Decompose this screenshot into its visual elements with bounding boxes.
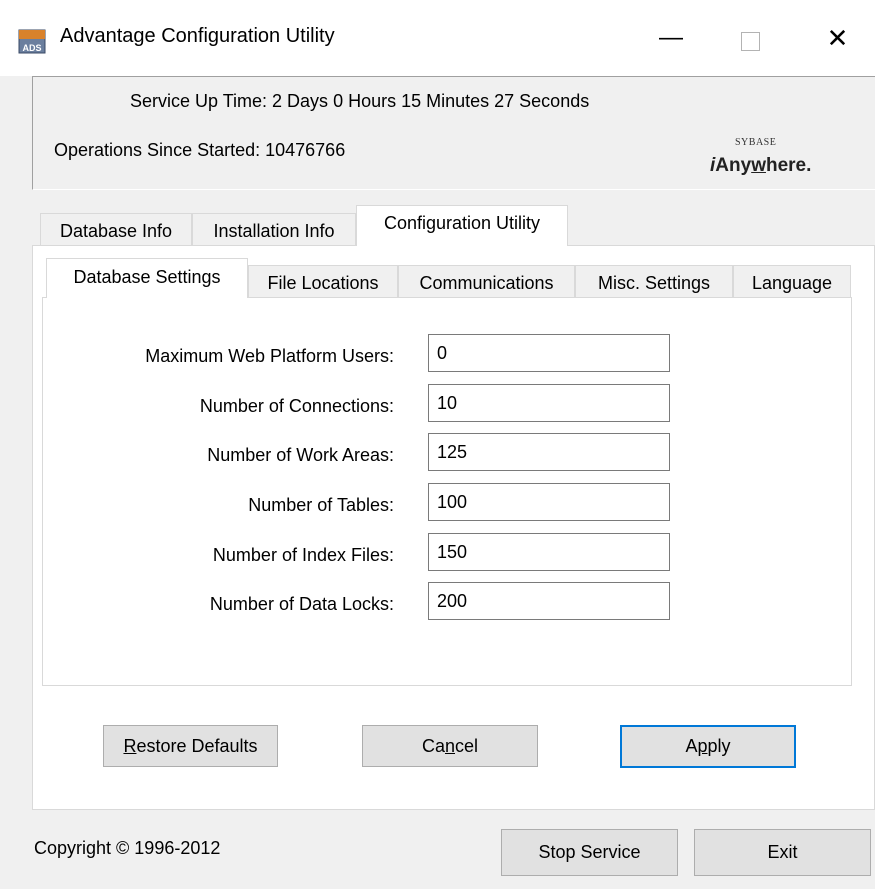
tab-file-locations[interactable]: File Locations: [248, 265, 398, 297]
minimize-button[interactable]: —: [626, 14, 716, 62]
work-areas-field[interactable]: 125: [428, 433, 670, 471]
tab-database-info[interactable]: Database Info: [40, 213, 192, 245]
copyright-text: Copyright © 1996-2012: [34, 838, 221, 858]
close-icon: ✕: [826, 23, 849, 53]
setting-label: Number of Index Files:: [212, 545, 394, 565]
sybase-logo-text: SYBASE: [735, 137, 777, 148]
tab-misc-settings[interactable]: Misc. Settings: [575, 265, 733, 297]
data-locks-field[interactable]: 200: [428, 582, 670, 620]
operations-count: Operations Since Started: 10476766: [54, 140, 346, 160]
tab-communications[interactable]: Communications: [398, 265, 575, 297]
tables-field[interactable]: 100: [428, 483, 670, 521]
svg-text:ADS: ADS: [22, 43, 41, 53]
exit-button[interactable]: Exit: [694, 829, 871, 876]
index-files-field[interactable]: 150: [428, 533, 670, 571]
button-label: Ca: [421, 736, 445, 756]
tab-installation-info[interactable]: Installation Info: [192, 213, 356, 245]
apply-button[interactable]: Apply: [620, 725, 796, 768]
max-web-platform-users-field[interactable]: 0: [428, 334, 670, 372]
maximize-button[interactable]: [716, 14, 791, 62]
setting-label: Number of Data Locks:: [209, 594, 394, 614]
minimize-icon: —: [659, 24, 683, 51]
button-label: estore Defaults: [136, 736, 258, 756]
logo-part: w: [751, 155, 766, 176]
close-button[interactable]: ✕: [800, 14, 875, 62]
restore-defaults-button[interactable]: Restore Defaults: [103, 725, 278, 767]
accelerator-key: R: [123, 736, 137, 756]
logo-part: Any: [715, 155, 752, 176]
tab-language[interactable]: Language: [733, 265, 851, 297]
window-title: Advantage Configuration Utility: [60, 25, 335, 47]
setting-label: Number of Work Areas:: [207, 445, 394, 465]
logo-part: here: [765, 155, 807, 176]
setting-label: Number of Tables:: [248, 495, 394, 515]
ianywhere-logo: iAnywhere.: [710, 155, 811, 177]
cancel-button[interactable]: Cancel: [362, 725, 538, 767]
accelerator-key: p: [697, 736, 708, 756]
connections-field[interactable]: 10: [428, 384, 670, 422]
logo-part: .: [806, 155, 812, 176]
tab-database-settings[interactable]: Database Settings: [46, 258, 248, 298]
stop-service-button[interactable]: Stop Service: [501, 829, 678, 876]
button-label: A: [685, 736, 698, 756]
accelerator-key: n: [444, 736, 455, 756]
setting-label: Maximum Web Platform Users:: [145, 346, 394, 366]
service-uptime: Service Up Time: 2 Days 0 Hours 15 Minut…: [130, 91, 590, 111]
setting-label: Number of Connections:: [199, 396, 394, 416]
tab-configuration-utility[interactable]: Configuration Utility: [356, 205, 568, 246]
button-label: cel: [455, 736, 479, 756]
maximize-icon: [741, 32, 760, 51]
button-label: ply: [707, 736, 731, 756]
app-icon: ADS: [18, 27, 46, 55]
